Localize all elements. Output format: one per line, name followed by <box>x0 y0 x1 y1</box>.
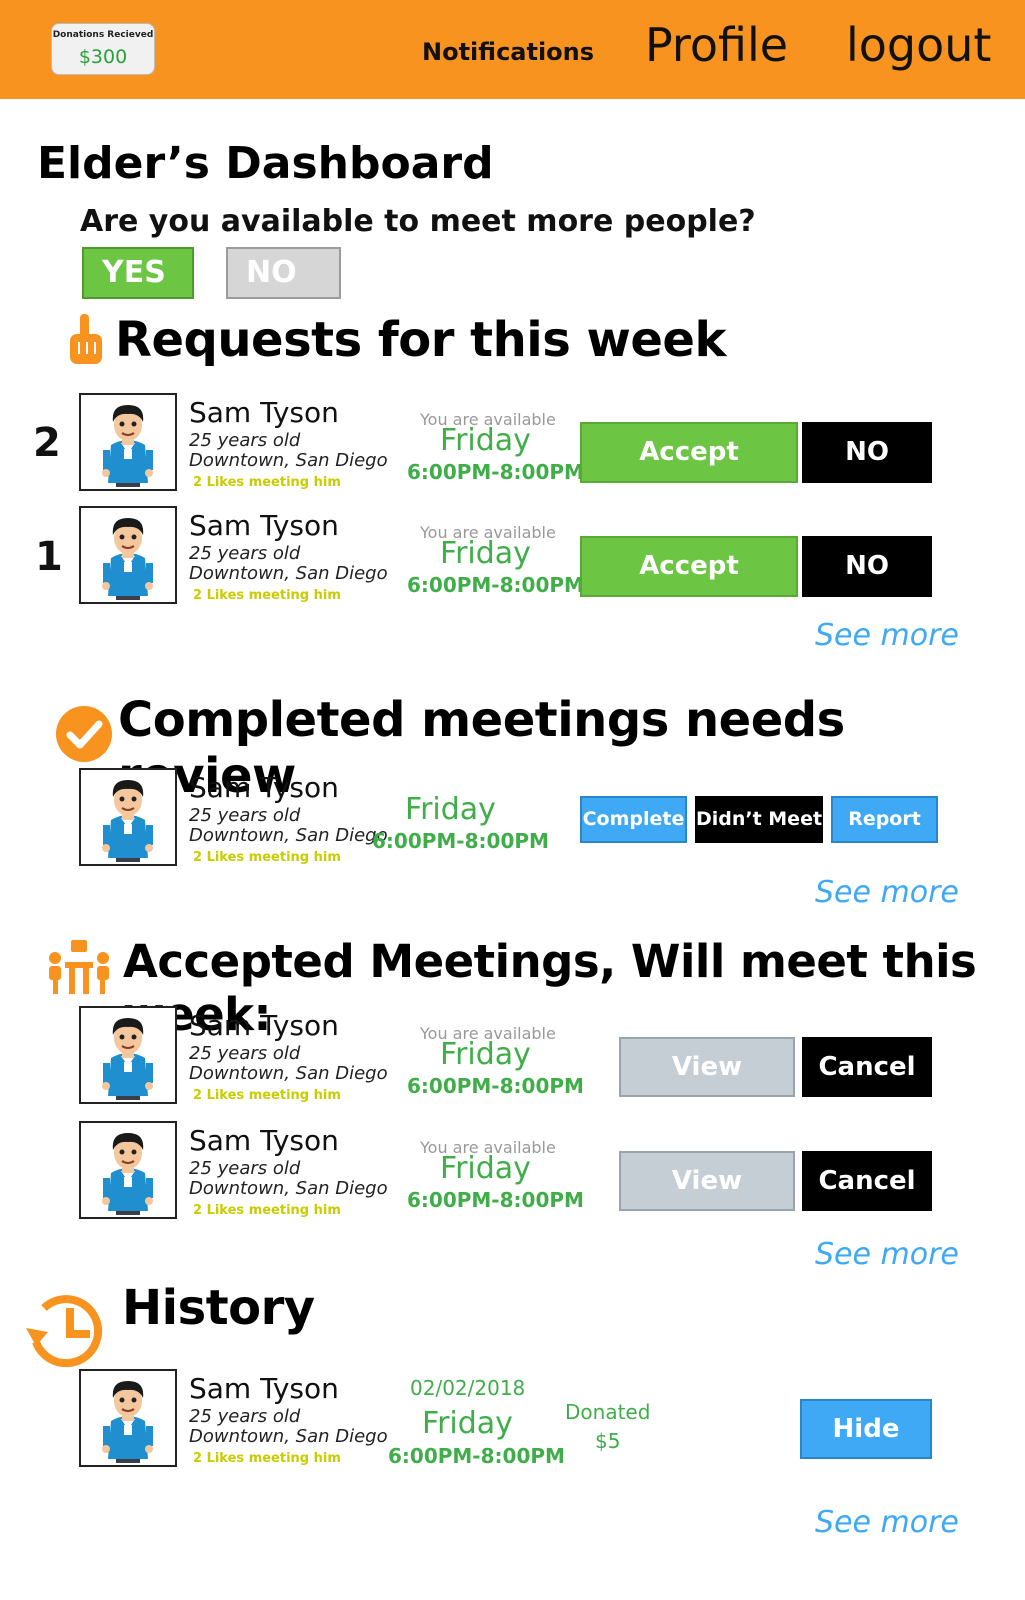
person-avatar-icon <box>81 770 175 864</box>
nav-profile-link[interactable]: Profile <box>645 18 788 72</box>
person-age: 25 years old <box>189 805 301 826</box>
request-rank: 1 <box>35 534 63 580</box>
request-rank: 2 <box>33 420 61 466</box>
donations-amount: $300 <box>78 46 128 68</box>
person-avatar-icon <box>81 395 175 489</box>
meeting-time: 6:00PM-8:00PM <box>407 1188 584 1212</box>
person-likes: 2 Likes meeting him <box>193 475 341 490</box>
donated-label: Donated <box>565 1400 651 1424</box>
person-name[interactable]: Sam Tyson <box>189 1009 339 1042</box>
avatar[interactable] <box>79 768 177 866</box>
nav-logout-link[interactable]: logout <box>846 18 991 72</box>
person-age: 25 years old <box>189 1158 301 1179</box>
history-section-title: History <box>122 1280 315 1336</box>
didnt-meet-button[interactable]: Didn’t Meet <box>695 796 823 843</box>
nav-notifications-link[interactable]: Notifications <box>422 38 594 66</box>
accepted-see-more-link[interactable]: See more <box>815 1237 959 1272</box>
view-profile-button[interactable]: View Profile <box>619 1037 795 1138</box>
cancel-meeting-button[interactable]: Cancel <box>802 1037 932 1097</box>
hide-button[interactable]: Hide <box>800 1399 932 1459</box>
person-age: 25 years old <box>189 1406 301 1427</box>
cancel-meeting-button[interactable]: Cancel <box>802 1151 932 1211</box>
avatar[interactable] <box>79 393 177 491</box>
person-location: Downtown, San Diego <box>189 1178 388 1199</box>
meeting-day: Friday <box>422 1406 513 1441</box>
person-likes: 2 Likes meeting him <box>193 850 341 865</box>
completed-see-more-link[interactable]: See more <box>815 875 959 910</box>
complete-button[interactable]: Complete <box>580 796 687 843</box>
decline-meeting-button[interactable]: NO <box>802 422 932 483</box>
person-likes: 2 Likes meeting him <box>193 1088 341 1103</box>
meeting-date: 02/02/2018 <box>410 1376 526 1400</box>
person-avatar-icon <box>81 508 175 602</box>
person-name[interactable]: Sam Tyson <box>189 509 339 542</box>
person-location: Downtown, San Diego <box>189 563 388 584</box>
availability-question: Are you available to meet more people? <box>80 204 756 239</box>
available-yes-button[interactable]: YES <box>82 247 194 299</box>
meeting-time: 6:00PM-8:00PM <box>407 573 584 597</box>
history-see-more-link[interactable]: See more <box>815 1505 959 1540</box>
pointing-hand-icon <box>66 312 104 370</box>
person-likes: 2 Likes meeting him <box>193 1451 341 1466</box>
avatar[interactable] <box>79 1369 177 1467</box>
page-title: Elder’s Dashboard <box>37 138 494 189</box>
accept-meeting-button[interactable]: Accept Meeting <box>580 422 798 524</box>
meeting-day: Friday <box>440 423 531 458</box>
meeting-time: 6:00PM-8:00PM <box>388 1444 565 1468</box>
person-avatar-icon <box>81 1123 175 1217</box>
person-location: Downtown, San Diego <box>189 1063 388 1084</box>
meeting-day: Friday <box>440 1037 531 1072</box>
meeting-people-icon <box>47 940 111 1000</box>
donated-amount: $5 <box>595 1429 621 1453</box>
person-avatar-icon <box>81 1008 175 1102</box>
person-location: Downtown, San Diego <box>189 825 388 846</box>
person-name[interactable]: Sam Tyson <box>189 1372 339 1405</box>
person-name[interactable]: Sam Tyson <box>189 396 339 429</box>
requests-see-more-link[interactable]: See more <box>815 618 959 653</box>
person-name[interactable]: Sam Tyson <box>189 1124 339 1157</box>
avatar[interactable] <box>79 506 177 604</box>
person-avatar-icon <box>81 1371 175 1465</box>
meeting-day: Friday <box>440 536 531 571</box>
checkmark-circle-icon <box>55 705 113 767</box>
avatar[interactable] <box>79 1121 177 1219</box>
person-age: 25 years old <box>189 430 301 451</box>
person-location: Downtown, San Diego <box>189 450 388 471</box>
person-likes: 2 Likes meeting him <box>193 1203 341 1218</box>
meeting-time: 6:00PM-8:00PM <box>407 1074 584 1098</box>
meeting-day: Friday <box>440 1151 531 1186</box>
meeting-time: 6:00PM-8:00PM <box>372 829 549 853</box>
donations-label: Donations Recieved <box>52 30 154 40</box>
report-button[interactable]: Report <box>831 796 938 843</box>
person-name[interactable]: Sam Tyson <box>189 771 339 804</box>
history-clock-icon <box>22 1290 112 1374</box>
meeting-time: 6:00PM-8:00PM <box>407 460 584 484</box>
donations-badge[interactable]: Donations Recieved $300 <box>51 23 155 75</box>
view-profile-button[interactable]: View Profile <box>619 1151 795 1252</box>
accept-meeting-button[interactable]: Accept Meeting <box>580 536 798 638</box>
person-likes: 2 Likes meeting him <box>193 588 341 603</box>
decline-meeting-button[interactable]: NO <box>802 536 932 597</box>
person-age: 25 years old <box>189 543 301 564</box>
person-age: 25 years old <box>189 1043 301 1064</box>
person-location: Downtown, San Diego <box>189 1426 388 1447</box>
avatar[interactable] <box>79 1006 177 1104</box>
meeting-day: Friday <box>405 792 496 827</box>
available-no-button[interactable]: NO <box>226 247 341 299</box>
requests-section-title: Requests for this week <box>115 312 726 368</box>
